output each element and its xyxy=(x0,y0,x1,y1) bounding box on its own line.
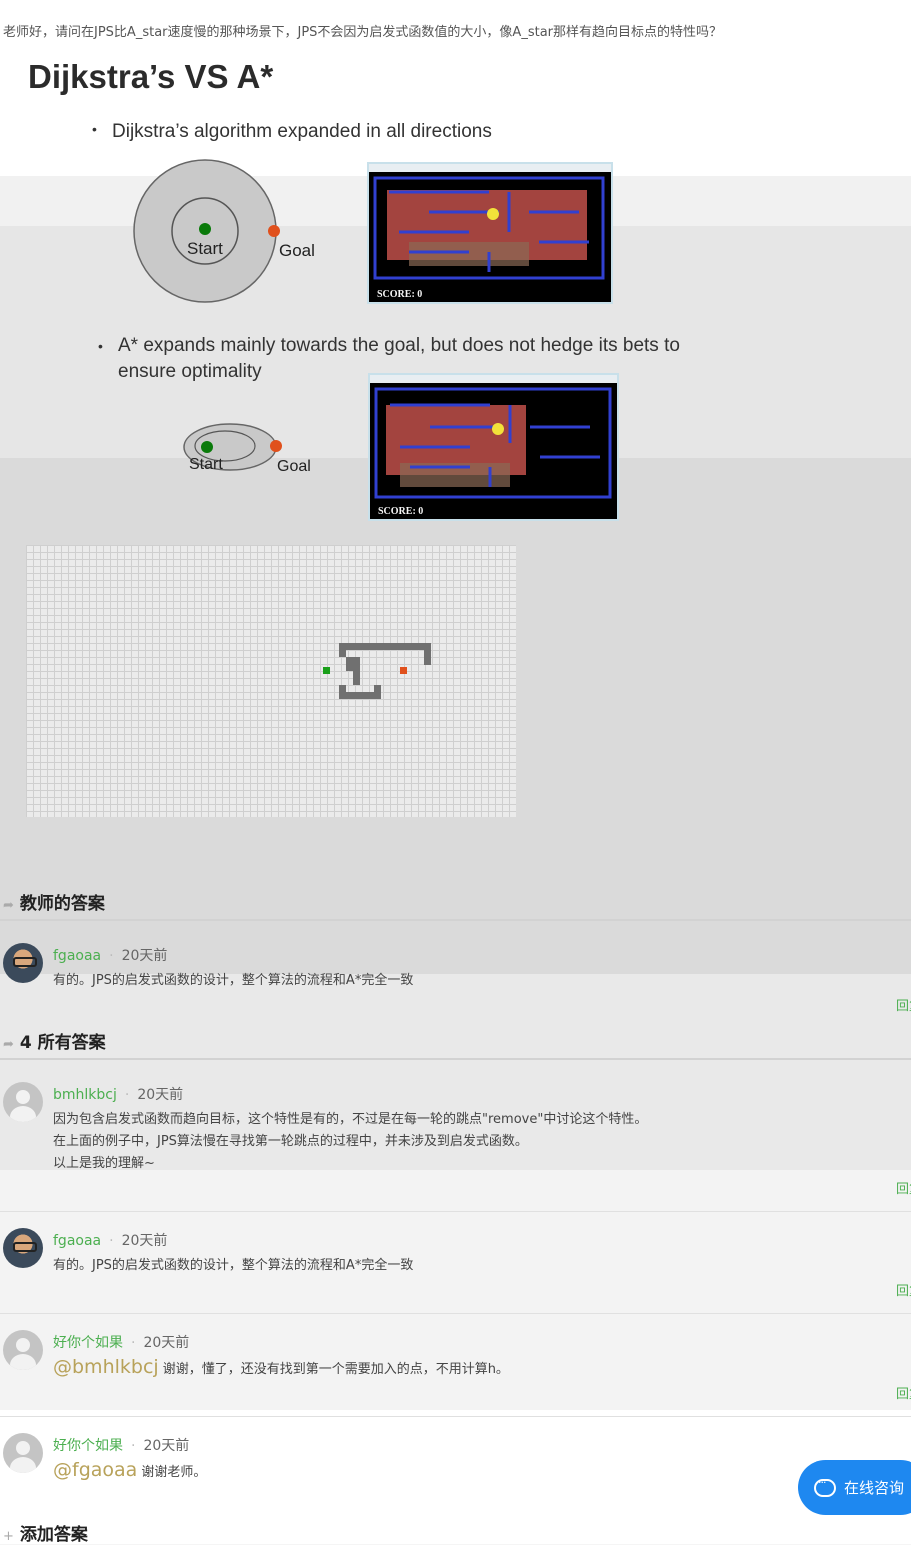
answer-username[interactable]: 好你个如果 xyxy=(53,1438,123,1454)
answer-text: 有的。JPS的启发式函数的设计，整个算法的流程和A*完全一致 xyxy=(53,1258,414,1273)
answer-line: 因为包含启发式函数而趋向目标，这个特性是有的，不过是在每一轮的跳点"remove… xyxy=(53,1112,648,1127)
bullet-text: A* expands mainly towards the goal, but … xyxy=(118,335,680,356)
plus-icon: + xyxy=(3,1529,14,1544)
chat-bubble-icon xyxy=(814,1476,836,1497)
add-answer-heading[interactable]: + 添加答案 xyxy=(3,1520,88,1545)
reply-arrow-icon: ➦ xyxy=(3,898,14,913)
goal-label: Goal xyxy=(279,241,315,260)
question-text: 老师好，请问在JPS比A_star速度慢的那种场景下，JPS不会因为启发式函数值… xyxy=(3,25,722,40)
answer-meta: 好你个如果 · 20天前 xyxy=(53,1438,190,1454)
start-label: Start xyxy=(189,456,223,473)
answer-time: 20天前 xyxy=(121,1233,168,1249)
avatar[interactable] xyxy=(3,943,43,983)
answer-meta: fgaoaa · 20天前 xyxy=(53,1233,168,1249)
start-label: Start xyxy=(187,239,223,258)
astar-diagram: Start Goal xyxy=(183,423,311,475)
reply-arrow-icon: ➦ xyxy=(3,1037,14,1052)
window-title-bar xyxy=(370,375,617,383)
reply-button[interactable]: 回复 xyxy=(896,1280,911,1299)
divider xyxy=(0,1416,911,1417)
answer-username[interactable]: 好你个如果 xyxy=(53,1335,123,1351)
chat-button-label: 在线咨询 xyxy=(844,1479,905,1497)
avatar[interactable] xyxy=(3,1433,43,1473)
grid-figure xyxy=(26,545,516,817)
answer-time: 20天前 xyxy=(143,1438,190,1454)
divider xyxy=(0,919,911,921)
answer-message: 谢谢，懂了，还没有找到第一个需要加入的点，不用计算h。 xyxy=(162,1362,509,1377)
teacher-answer-heading: ➦ 教师的答案 xyxy=(3,889,105,914)
answer-text: @fgaoaa 谢谢老师。 xyxy=(53,1459,206,1484)
avatar[interactable] xyxy=(3,1228,43,1268)
reply-button[interactable]: 回复 xyxy=(896,995,911,1014)
dijkstra-diagram: Start Goal xyxy=(133,159,315,303)
slide-bullet-1: • Dijkstra’s algorithm expanded in all di… xyxy=(92,121,492,143)
answer-meta: bmhlkbcj · 20天前 xyxy=(53,1087,184,1103)
maze-score: SCORE: 0 xyxy=(377,289,423,300)
answer-line: 在上面的例子中，JPS算法慢在寻找第一轮跳点的过程中，并未涉及到启发式函数。 xyxy=(53,1134,528,1149)
maze-screenshot-1: SCORE: 0 xyxy=(367,162,613,304)
slide-image: Dijkstra’s VS A* • Dijkstra’s algorithm e… xyxy=(0,42,911,542)
reply-button[interactable]: 回复 xyxy=(896,1383,911,1402)
section-title: 添加答案 xyxy=(19,1525,88,1545)
reply-button[interactable]: 回复 xyxy=(896,1178,911,1197)
slide-title: Dijkstra’s VS A* xyxy=(28,58,274,95)
answer-line: 以上是我的理解~ xyxy=(53,1156,155,1171)
answer-username[interactable]: bmhlkbcj xyxy=(53,1087,117,1103)
answer-text: 有的。JPS的启发式函数的设计，整个算法的流程和A*完全一致 xyxy=(53,973,414,988)
bullet-dot: • xyxy=(92,121,97,137)
answer-time: 20天前 xyxy=(137,1087,184,1103)
maze-score: SCORE: 0 xyxy=(378,506,424,517)
bullet-dot: • xyxy=(98,338,103,354)
divider xyxy=(0,1313,911,1314)
answer-time: 20天前 xyxy=(143,1335,190,1351)
answer-meta: 好你个如果 · 20天前 xyxy=(53,1335,190,1351)
all-answers-heading: ➦ 4 所有答案 xyxy=(3,1028,106,1053)
goal-label: Goal xyxy=(277,458,311,475)
bullet-text: Dijkstra’s algorithm expanded in all dir… xyxy=(112,121,492,142)
divider xyxy=(0,1058,911,1060)
mention-link[interactable]: @bmhlkbcj xyxy=(53,1356,159,1378)
avatar[interactable] xyxy=(3,1330,43,1370)
section-title: 4 所有答案 xyxy=(19,1033,106,1053)
answer-username[interactable]: fgaoaa xyxy=(53,1233,101,1249)
answer-meta: fgaoaa · 20天前 xyxy=(53,948,168,964)
answer-message: 谢谢老师。 xyxy=(141,1465,207,1480)
answer-username[interactable]: fgaoaa xyxy=(53,948,101,964)
section-title: 教师的答案 xyxy=(19,894,105,914)
answer-time: 20天前 xyxy=(121,948,168,964)
window-title-bar xyxy=(369,164,611,172)
answer-text: 因为包含启发式函数而趋向目标，这个特性是有的，不过是在每一轮的跳点"remove… xyxy=(53,1109,647,1175)
mention-link[interactable]: @fgaoaa xyxy=(53,1459,137,1481)
online-consult-button[interactable]: 在线咨询 xyxy=(798,1460,911,1515)
answer-text: @bmhlkbcj 谢谢，懂了，还没有找到第一个需要加入的点，不用计算h。 xyxy=(53,1356,509,1381)
maze-screenshot-2: SCORE: 0 xyxy=(368,373,619,521)
divider xyxy=(0,1211,911,1212)
avatar[interactable] xyxy=(3,1082,43,1122)
